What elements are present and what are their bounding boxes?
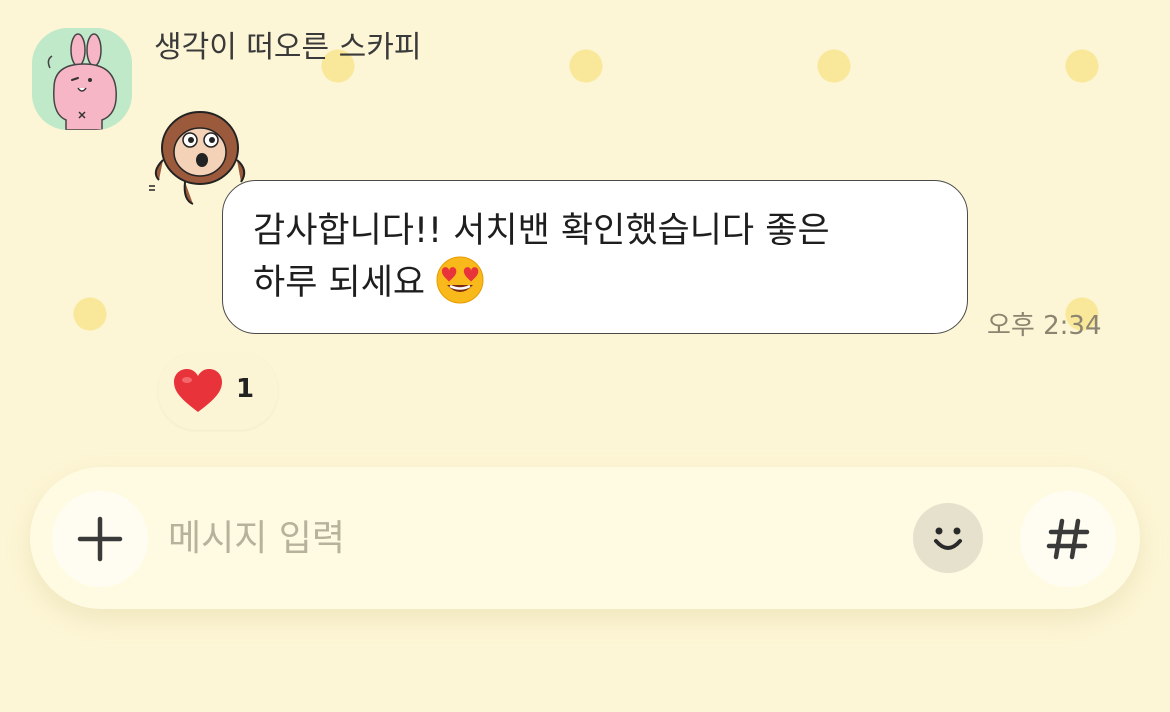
attach-button[interactable] xyxy=(52,491,148,587)
message-bubble[interactable]: 감사합니다!! 서치밴 확인했습니다 좋은 하루 되세요 xyxy=(222,180,968,334)
smiley-icon xyxy=(934,527,962,550)
rabbit-avatar-icon xyxy=(32,28,132,130)
hashtag-button[interactable] xyxy=(1020,491,1116,587)
hash-icon xyxy=(1046,518,1090,560)
message-input[interactable] xyxy=(168,511,888,565)
heart-icon xyxy=(172,368,224,414)
message-composer xyxy=(30,467,1140,609)
reaction-count: 1 xyxy=(236,374,255,404)
message-line-2: 하루 되세요 xyxy=(253,263,426,303)
sender-name: 생각이 떠오른 스카피 xyxy=(154,30,422,65)
plus-icon xyxy=(77,516,123,562)
message-timestamp: 오후 2:34 xyxy=(987,311,1102,341)
emoji-button[interactable] xyxy=(913,503,983,573)
heart-eyes-emoji-icon xyxy=(435,255,485,305)
message-line-1: 감사합니다!! 서치밴 확인했습니다 좋은 xyxy=(253,211,830,251)
sender-avatar[interactable] xyxy=(32,28,132,130)
heart-reaction-chip[interactable]: 1 xyxy=(158,352,278,430)
message-line-2-row: 하루 되세요 xyxy=(253,255,939,309)
